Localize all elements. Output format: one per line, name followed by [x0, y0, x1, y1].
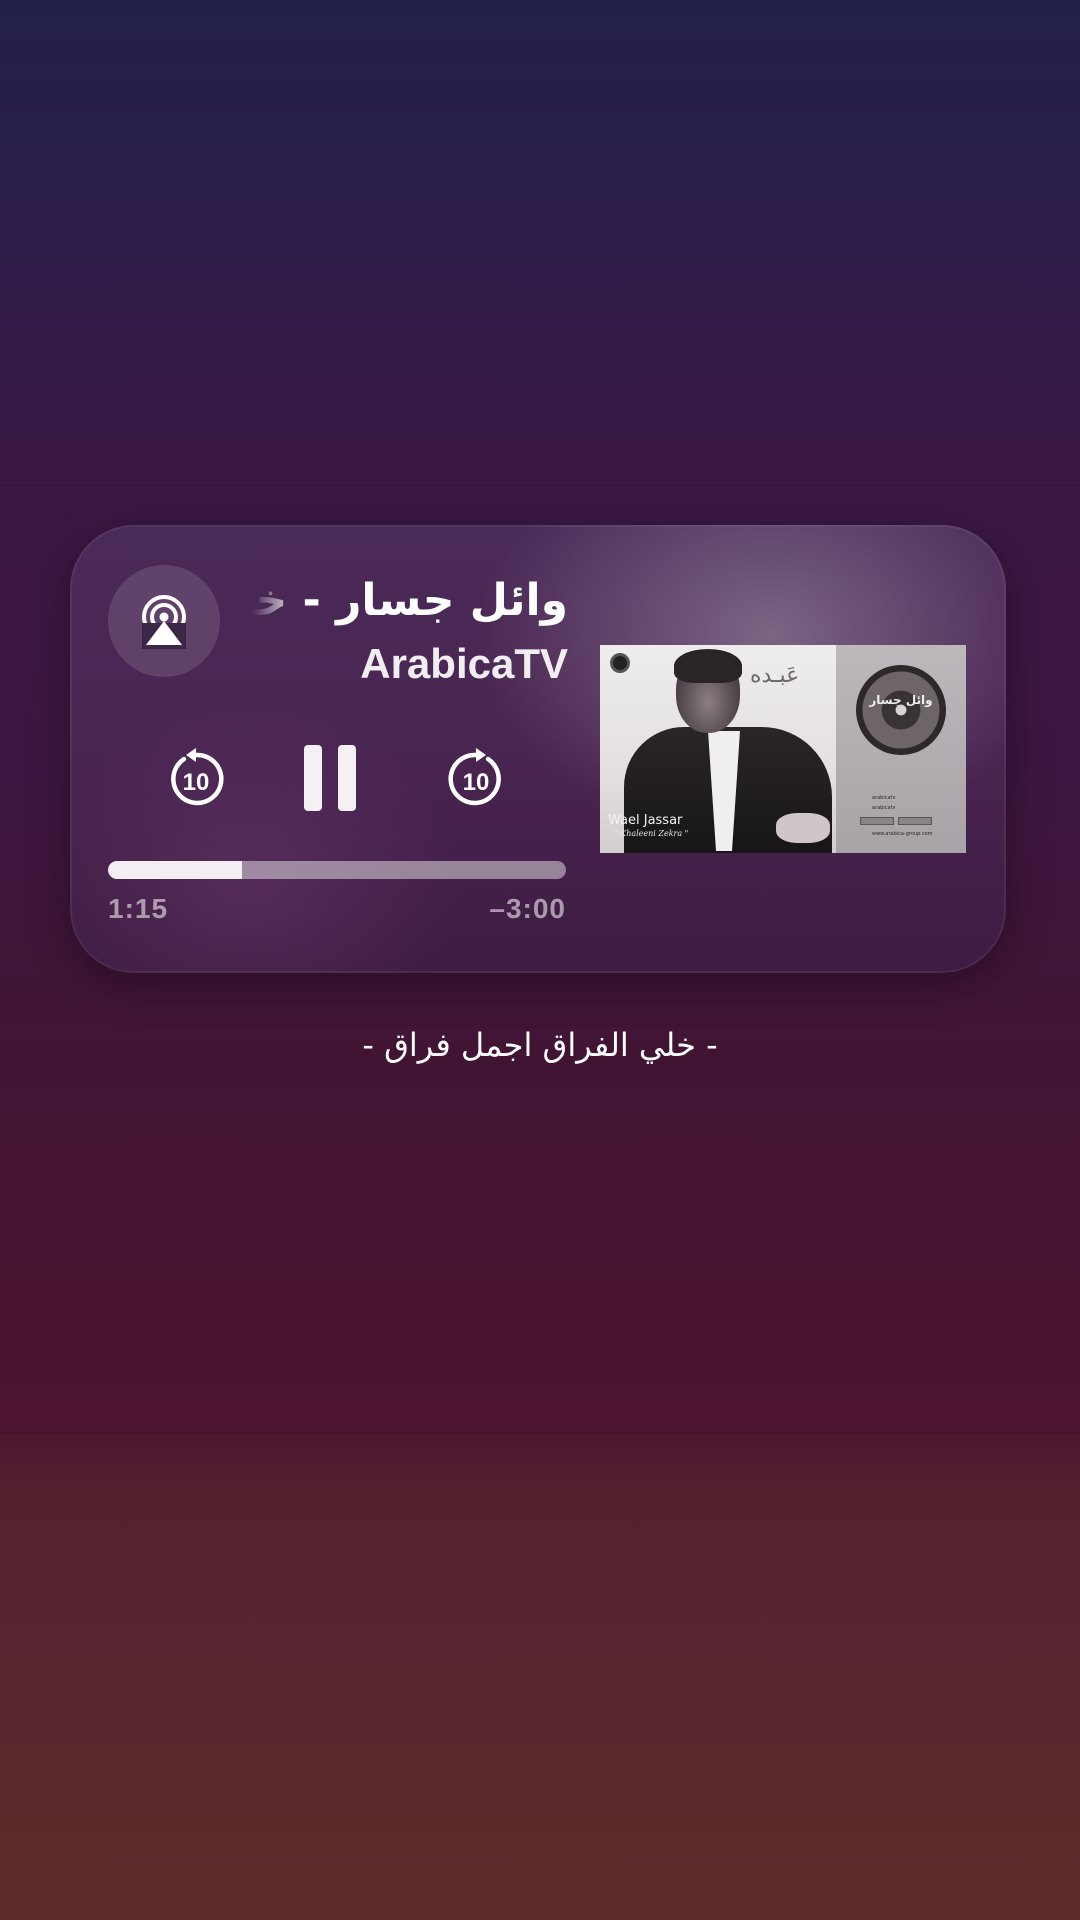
skip-forward-label: 10 [463, 769, 490, 796]
label-logo [610, 653, 630, 673]
playback-progress-fill [108, 861, 243, 879]
airplay-button[interactable] [108, 565, 220, 677]
album-disc-text: وائل جسار [869, 693, 933, 707]
album-cover-back: وائل جسار arabicatv arabicatv www.arabic… [836, 645, 966, 853]
album-badge-1 [860, 817, 894, 825]
album-social-1: arabicatv [872, 795, 896, 801]
skip-back-button[interactable]: 10 [164, 747, 228, 811]
background-divider-bottom [0, 1432, 1080, 1434]
album-calligraphy: عَبـده [750, 663, 800, 688]
background-divider-top [0, 484, 1080, 486]
skip-forward-button[interactable]: 10 [444, 747, 508, 811]
artist-photo-hand [776, 813, 830, 843]
album-social-2: arabicatv [872, 805, 896, 811]
pause-icon [304, 745, 356, 811]
album-cover-front: عَبـده Wael Jassar " Khaleeni Zekra " [600, 645, 836, 853]
pause-button[interactable] [300, 743, 360, 813]
time-elapsed: 1:15 [108, 893, 169, 924]
track-title-container: وائل جسار - خليه [252, 569, 568, 633]
album-artist-name: Wael Jassar [608, 813, 683, 828]
skip-back-label: 10 [183, 769, 210, 796]
title-fade-overlay [252, 569, 302, 633]
goforward-10-icon: 10 [448, 748, 501, 806]
album-badge-2 [898, 817, 932, 825]
album-disc [856, 665, 946, 755]
track-artist: ArabicaTV [360, 640, 568, 687]
airplay-audio-icon [142, 595, 186, 649]
artist-photo-hair [674, 649, 742, 683]
now-playing-widget: وائل جسار - خليه ArabicaTV 10 10 1:15 –3… [70, 525, 1006, 973]
lyric-caption: - خلي الفراق اجمل فراق - [362, 1026, 718, 1064]
album-url: www.arabica-group.com [872, 831, 933, 837]
album-subtitle: " Khaleeni Zekra " [614, 829, 689, 838]
album-artwork[interactable]: عَبـده Wael Jassar " Khaleeni Zekra " وا… [600, 645, 966, 853]
playback-scrubber[interactable] [108, 861, 566, 879]
time-remaining: –3:00 [489, 893, 566, 924]
gobackward-10-icon: 10 [171, 748, 224, 806]
